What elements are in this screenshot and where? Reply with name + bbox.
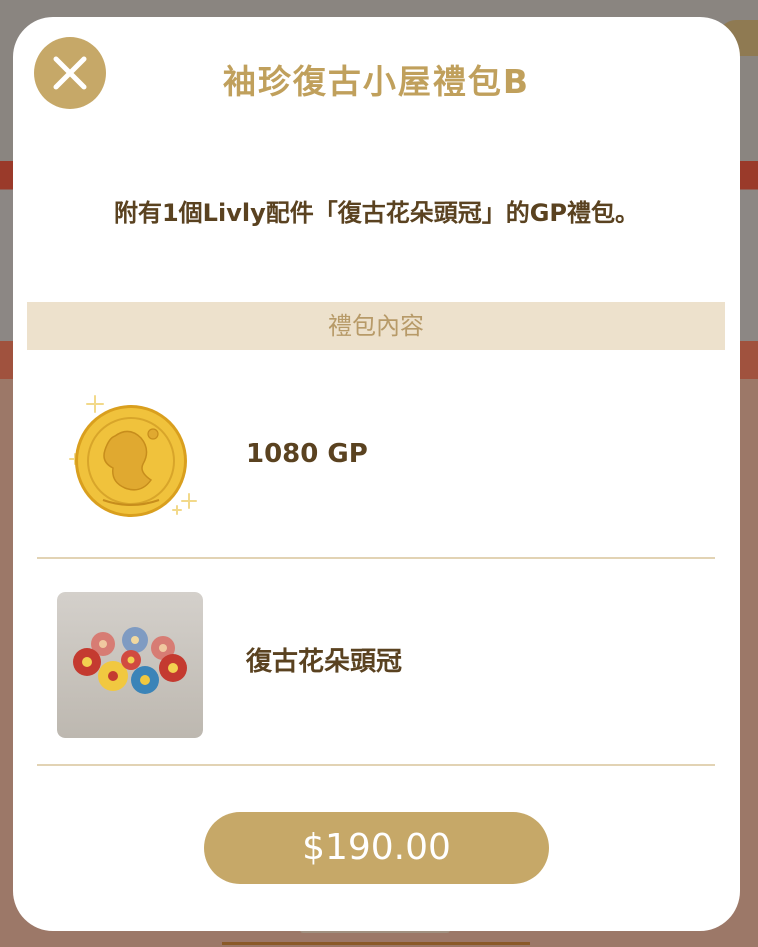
list-item-flower-crown: 復古花朵頭冠 [37,558,715,766]
gold-coin-icon [69,395,197,517]
background-underline [222,942,530,945]
bundle-dialog: 袖珍復古小屋禮包B 附有1個Livly配件「復古花朵頭冠」的GP禮包。 禮包內容… [13,17,740,931]
section-header: 禮包內容 [27,302,725,350]
dialog-title: 袖珍復古小屋禮包B [222,62,531,101]
flower-crown-icon [57,592,203,738]
item-label: 1080 GP [246,439,368,469]
dialog-description: 附有1個Livly配件「復古花朵頭冠」的GP禮包。 [113,199,640,227]
list-item-gp: 1080 GP [37,350,715,558]
item-label: 復古花朵頭冠 [246,647,403,677]
row-divider [37,764,715,766]
price-button[interactable]: $190.00 [204,812,549,884]
